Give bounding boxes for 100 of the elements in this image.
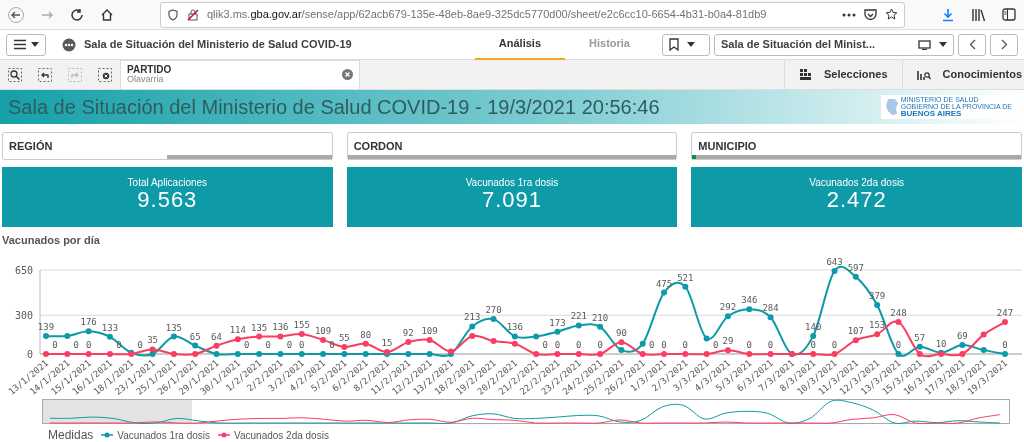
data-point [405, 339, 412, 346]
data-label: 0 [244, 340, 250, 350]
data-label: 0 [286, 340, 293, 350]
selection-chip[interactable]: PARTIDO Olavarria [120, 59, 360, 90]
data-point [597, 351, 604, 357]
caret-icon [687, 42, 695, 47]
kpi-label: Total Aplicaciones [126, 177, 209, 188]
library-icon[interactable] [971, 7, 986, 22]
caret-icon [31, 42, 39, 47]
data-label: 475 [655, 278, 673, 289]
data-point [831, 267, 838, 274]
data-point [980, 347, 987, 354]
menu-button[interactable] [6, 33, 46, 56]
data-point [959, 342, 966, 349]
data-point [724, 347, 731, 354]
toolbar-button[interactable]: Conocimientos [901, 59, 1024, 90]
data-point [469, 323, 476, 330]
data-point [320, 351, 327, 357]
back-icon[interactable] [8, 6, 24, 23]
data-point [597, 323, 604, 330]
address-bar[interactable]: qlik3.ms.gba.gov.ar/sense/app/62acb679-135e-48eb-8ae9-325dc5770d00/sheet/e2c6cc10-6654-4b31-b0a4-81db9 [160, 1, 905, 28]
data-label: 133 [101, 322, 119, 333]
data-label: 107 [847, 326, 864, 337]
data-point [874, 302, 881, 308]
data-point [298, 330, 305, 337]
app-icon [62, 37, 76, 52]
data-label: 292 [719, 302, 737, 313]
data-point [682, 351, 689, 357]
search-icon [8, 67, 22, 82]
toolbar-button[interactable]: Selecciones [783, 59, 902, 90]
data-point [106, 333, 113, 340]
data-point [895, 318, 902, 325]
kpi-label: Vacunados 2da dosis [808, 177, 906, 188]
data-point [661, 351, 667, 357]
data-label: 69 [956, 331, 968, 342]
data-point [767, 351, 774, 357]
data-label: 92 [402, 328, 414, 339]
data-point [575, 322, 582, 329]
filter-label: CORDON [353, 139, 403, 154]
pocket-icon[interactable] [864, 8, 877, 21]
data-point [661, 289, 667, 296]
data-point [639, 340, 646, 347]
download-icon[interactable] [941, 7, 955, 22]
data-label: 57 [914, 332, 926, 343]
data-label: 210 [591, 312, 609, 323]
data-label: 0 [661, 340, 667, 350]
data-point [192, 351, 199, 357]
data-point [639, 351, 646, 357]
data-point [703, 335, 710, 342]
data-label: 0 [767, 340, 774, 350]
data-label: 0 [576, 340, 582, 350]
data-point [746, 306, 753, 313]
clear-icon[interactable] [342, 69, 353, 80]
dashboard-title: Sala de Situación del Ministerio de Salud COVID-19 - 19/3/2021 20:56:46 [8, 95, 660, 120]
data-point [554, 328, 561, 335]
data-label: 0 [1002, 340, 1008, 350]
sheet-selector[interactable]: Sala de Situación del Minist... [714, 33, 954, 56]
data-label: 109 [421, 325, 438, 336]
data-point [533, 351, 540, 357]
legend-title: Medidas [48, 427, 94, 442]
data-point [213, 342, 220, 349]
data-label: 155 [293, 319, 310, 330]
sidebar-icon[interactable] [1002, 8, 1016, 21]
data-label: 65 [189, 331, 201, 342]
grid-icon [798, 68, 812, 81]
data-label: 0 [712, 340, 719, 350]
data-label: 521 [677, 272, 694, 283]
data-point [362, 340, 369, 347]
reload-icon[interactable] [70, 7, 84, 22]
filter-pane[interactable]: REGIÓN [2, 132, 333, 160]
more-icon[interactable] [842, 12, 856, 17]
kpi-label: Vacunados 1ra dosis [464, 177, 560, 188]
data-label: 643 [826, 256, 843, 267]
bookmark-icon [669, 38, 679, 51]
data-label: 109 [314, 325, 332, 336]
data-point [405, 351, 412, 357]
data-point [234, 351, 241, 357]
data-point [426, 351, 433, 357]
url-text: qlik3.ms.gba.gov.ar/sense/app/62acb679-135e-48eb-8ae9-325dc5770d00/sheet/e2c6cc10-6654-4b31-b0a4-81db9 [207, 7, 768, 23]
filter-pane[interactable]: CORDON [346, 132, 678, 160]
selected-value: Olavarria [127, 75, 165, 85]
legend-label: Vacunados 2da dosis [234, 428, 329, 442]
filter-pane[interactable]: MUNICIPIO [691, 132, 1022, 160]
insecure-lock-icon[interactable] [187, 8, 199, 21]
shield-icon[interactable] [167, 8, 179, 21]
data-label: 80 [360, 329, 372, 340]
data-point [682, 283, 689, 290]
star-icon[interactable] [885, 8, 898, 21]
data-point [64, 333, 71, 340]
data-point [490, 316, 497, 323]
data-point [85, 328, 92, 335]
redo-icon [68, 67, 82, 82]
home-icon[interactable] [100, 7, 114, 22]
bookmark-button[interactable] [662, 33, 710, 56]
axis-tick-label: 650 [14, 265, 33, 276]
data-point [874, 331, 881, 338]
chart-navigator[interactable] [42, 399, 1010, 425]
data-label: 64 [211, 331, 222, 342]
data-point [277, 351, 284, 357]
logo-text: BUENOS AIRES [900, 110, 963, 118]
